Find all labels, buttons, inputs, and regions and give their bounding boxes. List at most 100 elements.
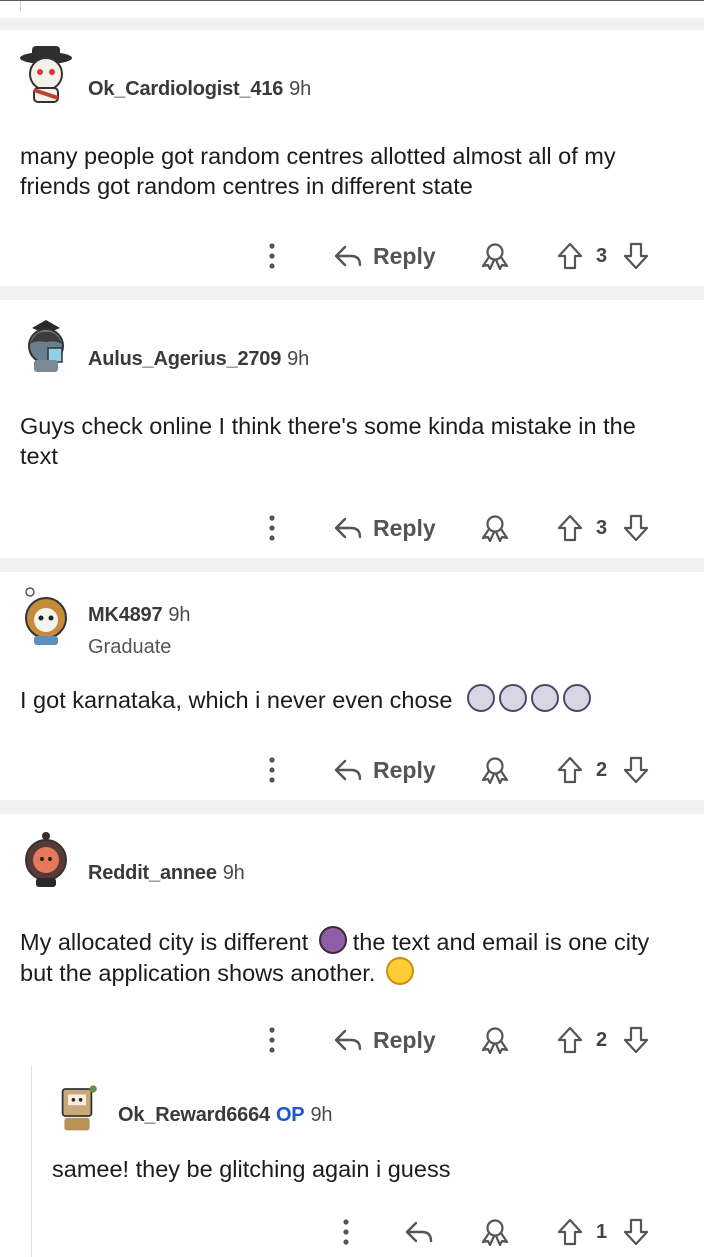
- upvote-button[interactable]: [556, 750, 584, 790]
- avatar[interactable]: [16, 44, 76, 104]
- separator: [0, 558, 704, 572]
- woman-shrugging-emoji: [318, 926, 347, 954]
- avatar[interactable]: [50, 1080, 104, 1134]
- comment-text: I got karnataka, which i never even chos…: [20, 687, 453, 713]
- more-options-button[interactable]: [262, 750, 282, 790]
- woman-facepalming-emoji: [466, 684, 495, 712]
- woman-facepalming-emoji: [498, 684, 527, 712]
- reply-button[interactable]: Reply: [333, 750, 436, 790]
- upvote-button[interactable]: [556, 1020, 584, 1060]
- reply-button[interactable]: Reply: [333, 236, 436, 276]
- comment: MK4897 9h Graduate I got karnataka, which…: [0, 572, 704, 800]
- award-icon: [481, 1219, 509, 1246]
- comment-actions: Reply 2: [0, 1020, 704, 1060]
- downvote-button[interactable]: [622, 236, 650, 276]
- comment-meta: Ok_Cardiologist_416 9h: [88, 78, 311, 101]
- award-icon: [481, 243, 509, 270]
- more-options-button[interactable]: [262, 236, 282, 276]
- vote-score: 2: [596, 1028, 608, 1051]
- downvote-arrow-icon: [623, 514, 649, 542]
- upvote-arrow-icon: [557, 514, 583, 542]
- comment-body: I got karnataka, which i never even chos…: [20, 684, 680, 715]
- upvote-button[interactable]: [556, 236, 584, 276]
- comment-actions: Reply 3: [0, 508, 704, 548]
- more-options-button[interactable]: [262, 508, 282, 548]
- downvote-arrow-icon: [623, 756, 649, 784]
- comment-actions: Reply 3: [0, 236, 704, 276]
- more-vertical-icon: [269, 515, 275, 541]
- avatar[interactable]: [16, 586, 76, 646]
- comment-body: My allocated city is different the text …: [20, 926, 680, 988]
- more-options-button[interactable]: [262, 1020, 282, 1060]
- reply-button[interactable]: Reply: [333, 508, 436, 548]
- username[interactable]: Ok_Cardiologist_416: [88, 78, 283, 100]
- timestamp: 9h: [310, 1104, 333, 1126]
- downvote-arrow-icon: [623, 1218, 649, 1246]
- thinking-face-emoji: [385, 957, 414, 985]
- award-button[interactable]: [480, 508, 510, 548]
- comment-actions: 1: [0, 1212, 704, 1252]
- reply-label: Reply: [373, 1026, 436, 1053]
- comment-meta: Ok_Reward6664 OP 9h: [118, 1104, 333, 1127]
- comment-body: samee! they be glitching again i guess: [52, 1156, 451, 1182]
- separator: [0, 800, 704, 814]
- award-icon: [481, 1027, 509, 1054]
- reply-label: Reply: [373, 242, 436, 269]
- award-icon: [481, 515, 509, 542]
- reply-arrow-icon: [334, 517, 362, 539]
- comment: Aulus_Agerius_2709 9h Guys check online I…: [0, 300, 704, 558]
- username[interactable]: Aulus_Agerius_2709: [88, 348, 281, 370]
- avatar[interactable]: [16, 314, 76, 374]
- downvote-button[interactable]: [622, 1020, 650, 1060]
- vote-score: 2: [596, 758, 608, 781]
- separator: [0, 286, 704, 300]
- reply-arrow-icon: [405, 1221, 433, 1243]
- avatar[interactable]: [16, 828, 76, 888]
- reply-label: Reply: [373, 514, 436, 541]
- comment-meta: MK4897 9h: [88, 604, 190, 627]
- reply-arrow-icon: [334, 1029, 362, 1051]
- user-flair: Graduate: [88, 636, 172, 658]
- nested-comment: Ok_Reward6664 OP 9h samee! they be glitchi…: [0, 1066, 704, 1257]
- award-button[interactable]: [480, 750, 510, 790]
- reply-arrow-icon: [334, 245, 362, 267]
- downvote-arrow-icon: [623, 1026, 649, 1054]
- timestamp: 9h: [287, 348, 310, 370]
- downvote-button[interactable]: [622, 508, 650, 548]
- timestamp: 9h: [168, 604, 191, 626]
- more-vertical-icon: [269, 757, 275, 783]
- vote-score: 3: [596, 516, 608, 539]
- comment-actions: Reply 2: [0, 750, 704, 790]
- comment-text: My allocated city is different: [20, 929, 309, 955]
- timestamp: 9h: [222, 862, 245, 884]
- upvote-button[interactable]: [556, 1212, 584, 1252]
- top-edge: [0, 0, 704, 19]
- more-vertical-icon: [343, 1219, 349, 1245]
- upvote-arrow-icon: [557, 1026, 583, 1054]
- award-icon: [481, 757, 509, 784]
- reply-button[interactable]: Reply: [333, 1020, 436, 1060]
- vote-score: 1: [596, 1220, 608, 1243]
- more-options-button[interactable]: [336, 1212, 356, 1252]
- award-button[interactable]: [480, 236, 510, 276]
- comment-meta: Aulus_Agerius_2709 9h: [88, 348, 309, 371]
- username[interactable]: Reddit_annee: [88, 862, 217, 884]
- comment: Reddit_annee 9h My allocated city is diff…: [0, 814, 704, 1257]
- op-badge: OP: [275, 1104, 305, 1126]
- reply-button[interactable]: [404, 1212, 434, 1252]
- comment-body: Guys check online I think there's some k…: [20, 413, 636, 469]
- upvote-button[interactable]: [556, 508, 584, 548]
- downvote-button[interactable]: [622, 1212, 650, 1252]
- upvote-arrow-icon: [557, 756, 583, 784]
- comment-meta: Reddit_annee 9h: [88, 862, 245, 885]
- downvote-arrow-icon: [623, 242, 649, 270]
- award-button[interactable]: [480, 1212, 510, 1252]
- timestamp: 9h: [289, 78, 312, 100]
- comment-body: many people got random centres allotted …: [20, 143, 616, 199]
- award-button[interactable]: [480, 1020, 510, 1060]
- downvote-button[interactable]: [622, 750, 650, 790]
- comment: Ok_Cardiologist_416 9h many people got ra…: [0, 30, 704, 286]
- username[interactable]: MK4897: [88, 604, 163, 626]
- upvote-arrow-icon: [557, 242, 583, 270]
- username[interactable]: Ok_Reward6664: [118, 1104, 270, 1126]
